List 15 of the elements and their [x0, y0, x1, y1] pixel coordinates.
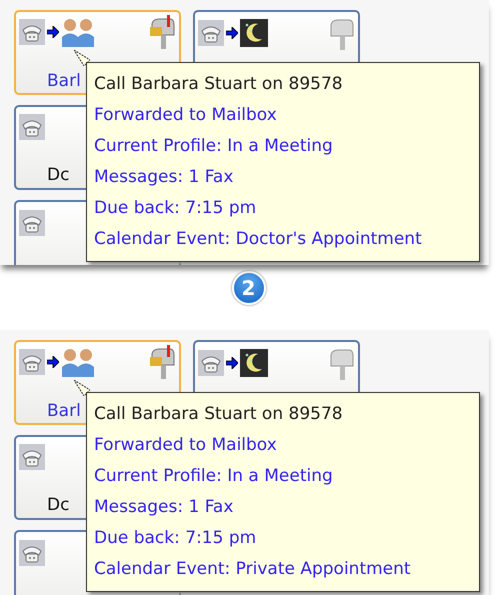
contact-name: Dc [47, 165, 70, 185]
tooltip-line: Current Profile: In a Meeting [94, 465, 334, 488]
tooltip-line: Calendar Event: Doctor's Appointment [94, 228, 423, 251]
tooltip-line: Messages: 1 Fax [94, 496, 234, 519]
tooltip-line: Calendar Event: Private Appointment [94, 558, 412, 581]
tooltip-line: Current Profile: In a Meeting [94, 135, 334, 158]
tooltip-line: Due back: 7:15 pm [94, 197, 258, 220]
contact-name: Barl [47, 71, 81, 91]
step-badge: 2 [232, 271, 266, 305]
tooltip-line: Due back: 7:15 pm [94, 527, 258, 550]
tooltip-line: Forwarded to Mailbox [94, 104, 278, 127]
contact-name: Dc [47, 495, 70, 515]
tooltip-line: Forwarded to Mailbox [94, 434, 278, 457]
contact-name: Barl [47, 401, 81, 421]
tooltip-line: Messages: 1 Fax [94, 166, 234, 189]
